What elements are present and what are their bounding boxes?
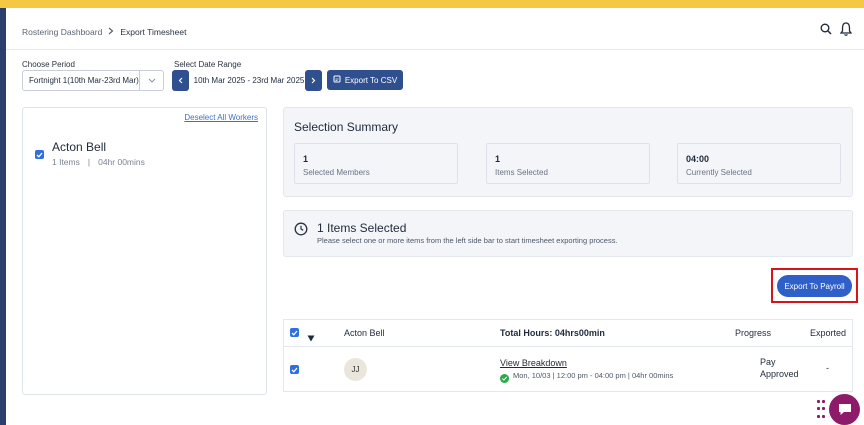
check-icon: [291, 330, 298, 336]
stat-card: 1 Items Selected: [486, 143, 650, 184]
date-range-value: 10th Mar 2025 - 23rd Mar 2025: [193, 76, 305, 85]
deselect-all-link[interactable]: Deselect All Workers: [184, 113, 258, 122]
worker-checkbox[interactable]: [35, 150, 44, 159]
breadcrumb-current: Export Timesheet: [120, 27, 187, 37]
chevron-right-icon: [311, 77, 316, 84]
table-header: Acton Bell Total Hours: 04hrs00min Progr…: [284, 320, 852, 347]
stat-value: 1: [303, 154, 309, 164]
avatar: JJ: [344, 358, 367, 381]
document-icon: [333, 75, 341, 85]
workers-panel: Deselect All Workers Acton Bell 1 Items …: [22, 107, 267, 395]
select-all-checkbox[interactable]: [290, 328, 299, 337]
stat-label: Selected Members: [303, 168, 370, 177]
chat-icon: [838, 404, 851, 415]
items-selected-desc: Please select one or more items from the…: [317, 236, 618, 245]
bell-icon[interactable]: [840, 22, 852, 36]
selection-summary: Selection Summary 1 Selected Members 1 I…: [283, 107, 853, 197]
chevron-left-icon: [178, 77, 183, 84]
shift-details: Mon, 10/03 | 12:00 pm - 04:00 pm | 04hr …: [513, 371, 674, 380]
progress-status-1: Pay: [760, 357, 776, 367]
worker-meta: 1 Items | 04hr 00mins: [52, 157, 145, 167]
stat-value: 04:00: [686, 154, 710, 164]
stat-card: 04:00 Currently Selected: [677, 143, 841, 184]
row-checkbox[interactable]: [290, 365, 299, 374]
stat-label: Items Selected: [495, 168, 548, 177]
chat-button[interactable]: [829, 394, 860, 425]
clock-icon: [294, 222, 308, 241]
worker-hours: 04hr 00mins: [98, 157, 145, 167]
divider: |: [87, 157, 91, 167]
date-range-label: Select Date Range: [174, 60, 242, 69]
header: Rostering Dashboard Export Timesheet: [6, 8, 864, 50]
top-accent-bar: [0, 0, 864, 8]
items-selected-box: 1 Items Selected Please select one or mo…: [283, 210, 853, 257]
chevron-down-icon[interactable]: [139, 71, 163, 90]
worker-items: 1 Items: [52, 157, 80, 167]
items-selected-title: 1 Items Selected: [317, 221, 407, 235]
progress-header: Progress: [735, 328, 772, 338]
total-hours: Total Hours: 04hrs00min: [500, 328, 605, 338]
export-csv-label: Export To CSV: [344, 75, 398, 85]
next-range-button[interactable]: [305, 70, 322, 91]
progress-status-2: Approved: [760, 369, 799, 379]
period-label: Choose Period: [22, 60, 75, 69]
check-circle-icon: [500, 370, 509, 388]
export-csv-button[interactable]: Export To CSV: [327, 70, 403, 90]
table-worker-name: Acton Bell: [344, 328, 385, 338]
search-icon[interactable]: [820, 23, 832, 35]
grip-dots: [817, 400, 825, 420]
export-payroll-button[interactable]: Export To Payroll: [777, 275, 852, 297]
view-breakdown-link[interactable]: View Breakdown: [500, 358, 567, 368]
stat-label: Currently Selected: [686, 168, 752, 177]
check-icon: [36, 152, 43, 158]
check-icon: [291, 367, 298, 373]
prev-range-button[interactable]: [172, 70, 189, 91]
period-value: Fortnight 1(10th Mar-23rd Mar): [29, 76, 139, 85]
left-rail: [0, 8, 6, 425]
summary-title: Selection Summary: [294, 120, 399, 134]
stat-value: 1: [495, 154, 501, 164]
header-icons: [820, 22, 852, 36]
collapse-icon[interactable]: [307, 329, 315, 347]
stat-card: 1 Selected Members: [294, 143, 458, 184]
breadcrumb: Rostering Dashboard Export Timesheet: [22, 27, 186, 37]
period-select[interactable]: Fortnight 1(10th Mar-23rd Mar): [22, 70, 164, 91]
exported-header: Exported: [810, 328, 847, 338]
payroll-highlight: Export To Payroll: [771, 268, 858, 303]
breadcrumb-parent[interactable]: Rostering Dashboard: [22, 27, 102, 37]
exported-value: -: [826, 363, 829, 373]
timesheet-table: Acton Bell Total Hours: 04hrs00min Progr…: [283, 319, 853, 392]
worker-name[interactable]: Acton Bell: [52, 140, 106, 154]
chevron-right-icon: [108, 27, 114, 37]
